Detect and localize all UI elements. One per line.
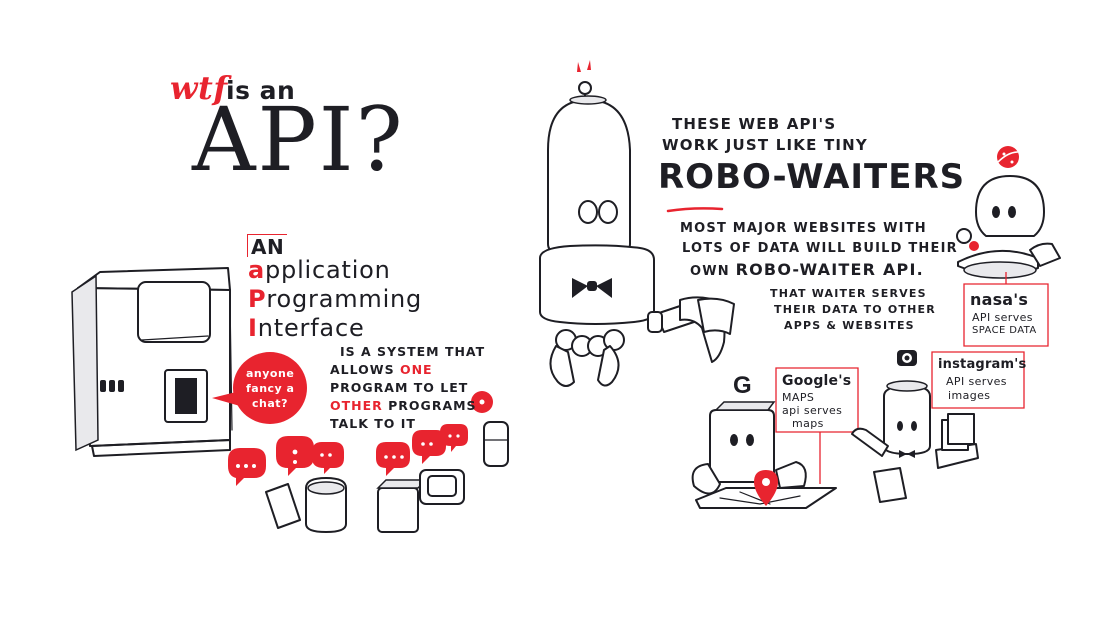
nasa-name: nasa's xyxy=(970,290,1029,309)
acronym-word-programming: Programming xyxy=(248,287,422,311)
definition-highlight: ONE xyxy=(399,362,433,377)
definition-highlight: OTHER xyxy=(330,398,383,413)
acronym-word-application: application xyxy=(248,258,391,282)
definition-text: PROGRAMS xyxy=(388,398,477,413)
definition-line-3: PROGRAM TO LET xyxy=(330,380,469,395)
instagram-robot-illustration xyxy=(851,350,979,503)
definition-line-2: ALLOWS ONE xyxy=(330,362,433,377)
nasa-line-2: SPACE DATA xyxy=(972,325,1037,336)
heading-underline xyxy=(666,207,724,213)
google-logo-letter: G xyxy=(733,372,753,399)
acronym-rest: nterface xyxy=(257,314,365,342)
google-name: Google's xyxy=(782,373,852,389)
websites-highlight: ROBO-WAITER API. xyxy=(735,260,924,279)
definition-line-4: OTHER PROGRAMS xyxy=(330,398,477,413)
definition-text: ALLOWS xyxy=(330,362,395,377)
speech-bubble-line-3: chat? xyxy=(252,397,288,410)
acronym-rest: rogramming xyxy=(266,285,423,313)
intro-line-1: THESE WEB API'S xyxy=(672,115,837,133)
page-title: API? xyxy=(192,88,405,191)
speech-bubble-line-1: anyone xyxy=(246,367,295,380)
nasa-robot-illustration xyxy=(956,146,1061,279)
google-line-2: api serves xyxy=(782,404,843,417)
google-line-1: MAPS xyxy=(782,391,815,404)
websites-line-1: MOST MAJOR WEBSITES WITH xyxy=(680,221,927,236)
speech-bubble-line-2: fancy a xyxy=(246,382,295,395)
definition-line-5: TALK TO IT xyxy=(330,416,416,431)
acronym-initial: a xyxy=(248,256,265,284)
websites-line-3: OWN ROBO-WAITER API. xyxy=(690,260,924,279)
instagram-name: instagram's xyxy=(938,357,1027,372)
instagram-line-1: API serves xyxy=(946,375,1007,388)
acronym-rest: pplication xyxy=(265,256,391,284)
websites-line-2: LOTS OF DATA WILL BUILD THEIR xyxy=(682,241,958,256)
acronym-word-interface: Interface xyxy=(248,316,365,340)
instagram-line-2: images xyxy=(948,389,991,402)
nasa-line-1: API serves xyxy=(972,311,1033,324)
acronym-article: AN xyxy=(247,234,288,257)
waiter-line-3: APPS & WEBSITES xyxy=(784,319,915,332)
acronym-initial: I xyxy=(248,314,258,342)
intro-line-2: WORK JUST LIKE TINY xyxy=(662,136,868,154)
kiosk-machine-illustration xyxy=(71,267,233,457)
websites-text: OWN xyxy=(690,264,730,279)
google-line-3: maps xyxy=(792,417,824,430)
definition-line-1: IS A SYSTEM THAT xyxy=(340,344,486,359)
waiter-line-2: THEIR DATA TO OTHER xyxy=(774,303,936,316)
acronym-initial: P xyxy=(248,285,267,313)
waiter-line-1: THAT WAITER SERVES xyxy=(770,287,927,300)
intro-highlight: ROBO-WAITERS xyxy=(658,157,966,197)
